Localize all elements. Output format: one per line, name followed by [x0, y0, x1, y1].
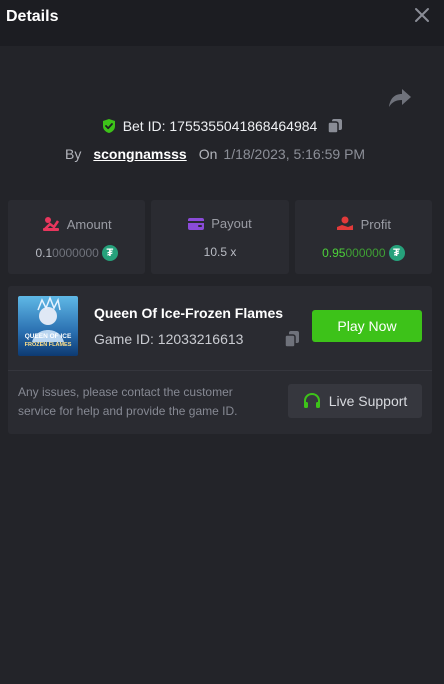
- by-label: By: [65, 146, 82, 162]
- payout-card: Payout 10.5 x: [151, 200, 289, 274]
- share-icon[interactable]: [388, 87, 412, 109]
- live-support-button[interactable]: Live Support: [288, 384, 422, 418]
- username-link[interactable]: scongnamsss: [93, 146, 186, 162]
- on-label: On: [198, 146, 218, 162]
- divider: [8, 370, 432, 371]
- game-thumbnail[interactable]: QUEEN OF ICE FROZEN FLAMES: [18, 296, 78, 356]
- wallet-icon: [188, 217, 205, 230]
- payout-label: Payout: [211, 216, 252, 231]
- amount-value-trailing: 0000000: [52, 246, 99, 260]
- amount-value: 0.1: [35, 246, 53, 260]
- bet-id: Bet ID: 1755355041868464984: [122, 118, 318, 134]
- game-thumbnail-art: QUEEN OF ICE FROZEN FLAMES: [18, 296, 78, 356]
- game-id: Game ID: 12033216613: [94, 331, 244, 347]
- amount-label: Amount: [66, 216, 112, 232]
- copy-icon[interactable]: [327, 118, 343, 134]
- game-thumbnail-text-line1: QUEEN OF ICE: [25, 333, 72, 340]
- tether-icon: ₮: [101, 245, 118, 261]
- close-icon[interactable]: [414, 7, 430, 23]
- tether-icon: ₮: [388, 245, 405, 261]
- game-card: QUEEN OF ICE FROZEN FLAMES Queen Of Ice-…: [8, 286, 432, 434]
- details-header: Details: [0, 0, 444, 46]
- shield-check-icon: [102, 119, 115, 133]
- payout-value: 10.5 x: [203, 245, 237, 259]
- headphones-icon: [303, 392, 320, 408]
- bet-datetime: 1/18/2023, 5:16:59 PM: [223, 146, 366, 162]
- profit-label: Profit: [360, 216, 391, 232]
- copy-icon[interactable]: [284, 330, 300, 348]
- support-notice: Any issues, please contact the customer …: [18, 385, 238, 418]
- amount-card: Amount 0.10000000 ₮: [8, 200, 146, 274]
- game-title[interactable]: Queen Of Ice-Frozen Flames: [94, 305, 283, 321]
- page-title: Details: [6, 8, 59, 25]
- play-now-button[interactable]: Play Now: [312, 310, 422, 342]
- profit-value: 0.95: [322, 246, 346, 260]
- bet-id-row: Bet ID: 1755355041868464984: [0, 118, 444, 134]
- profit-icon: [336, 216, 353, 230]
- amount-icon: [42, 217, 59, 231]
- profit-value-trailing: 000000: [345, 246, 386, 260]
- live-support-label: Live Support: [328, 393, 408, 409]
- game-thumbnail-text-line2: FROZEN FLAMES: [25, 342, 72, 348]
- bet-meta-row: By scongnamsss On 1/18/2023, 5:16:59 PM: [65, 146, 365, 162]
- profit-card: Profit 0.95000000 ₮: [294, 200, 432, 274]
- bet-stats: Amount 0.10000000 ₮ Payout 10.5 x Profit: [8, 200, 432, 274]
